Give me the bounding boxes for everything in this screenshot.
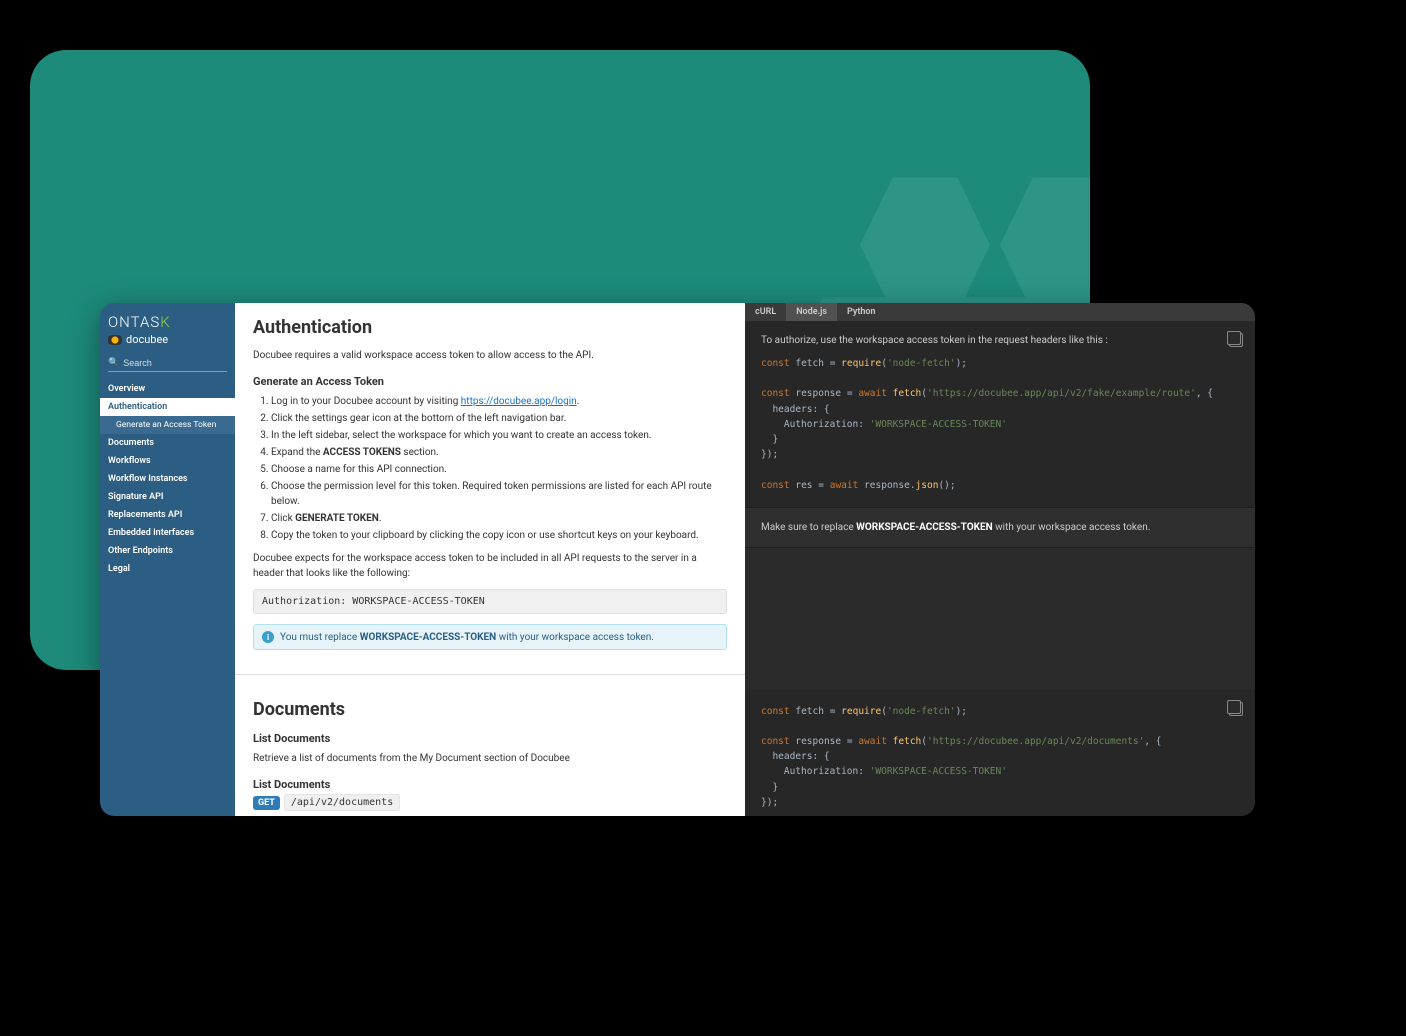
- copy-icon[interactable]: [1229, 333, 1243, 347]
- search-icon: 🔍: [108, 358, 119, 368]
- sidebar-item-replacements-api[interactable]: Replacements API: [100, 506, 235, 524]
- endpoint-row: GET/api/v2/documents: [253, 797, 727, 808]
- step-6: Choose the permission level for this tok…: [271, 479, 727, 509]
- copy-icon[interactable]: [1229, 702, 1243, 716]
- sidebar-item-overview[interactable]: Overview: [100, 380, 235, 398]
- search-input[interactable]: [123, 358, 223, 368]
- info-text: You must replace WORKSPACE-ACCESS-TOKEN …: [280, 632, 654, 643]
- list-documents-heading-2: List Documents: [253, 778, 727, 791]
- main-content[interactable]: Authentication Docubee requires a valid …: [235, 303, 745, 816]
- sidebar-item-workflow-instances[interactable]: Workflow Instances: [100, 470, 235, 488]
- sidebar-item-legal[interactable]: Legal: [100, 560, 235, 578]
- brand-ontask: ONTASK: [108, 313, 227, 331]
- code-panel: cURL Node.js Python To authorize, use th…: [745, 303, 1255, 816]
- search-field[interactable]: 🔍: [108, 358, 227, 372]
- step-3: In the left sidebar, select the workspac…: [271, 428, 727, 443]
- http-method-badge: GET: [253, 796, 280, 810]
- bee-icon: [108, 335, 122, 345]
- login-link[interactable]: https://docubee.app/login: [461, 396, 577, 407]
- list-documents-desc: Retrieve a list of documents from the My…: [253, 751, 727, 766]
- sidebar: ONTASK docubee 🔍 Overview Authentication…: [100, 303, 235, 816]
- tab-python[interactable]: Python: [837, 303, 885, 321]
- sidebar-item-signature-api[interactable]: Signature API: [100, 488, 235, 506]
- authorize-note: To authorize, use the workspace access t…: [761, 335, 1239, 346]
- sidebar-item-documents[interactable]: Documents: [100, 434, 235, 452]
- brand-docubee: docubee: [108, 333, 227, 346]
- code-tabs: cURL Node.js Python: [745, 303, 1255, 321]
- info-icon: i: [262, 631, 274, 643]
- code-snippet-2: const fetch = require('node-fetch'); con…: [761, 704, 1239, 810]
- sidebar-item-authentication[interactable]: Authentication: [100, 398, 235, 416]
- sidebar-nav: Overview Authentication Generate an Acce…: [100, 380, 235, 578]
- code-spacer: [745, 548, 1255, 690]
- endpoint-path: /api/v2/documents: [284, 794, 400, 811]
- logo-block: ONTASK docubee: [100, 303, 235, 354]
- auth-intro: Docubee requires a valid workspace acces…: [253, 348, 727, 363]
- sidebar-subitem-generate-token[interactable]: Generate an Access Token: [100, 416, 235, 434]
- documents-title: Documents: [253, 699, 727, 720]
- sidebar-item-other-endpoints[interactable]: Other Endpoints: [100, 542, 235, 560]
- code-block-auth: To authorize, use the workspace access t…: [745, 321, 1255, 507]
- step-1: Log in to your Docubee account by visiti…: [271, 394, 727, 409]
- step-2: Click the settings gear icon at the bott…: [271, 411, 727, 426]
- sidebar-item-workflows[interactable]: Workflows: [100, 452, 235, 470]
- list-documents-heading: List Documents: [253, 732, 727, 745]
- replace-note: Make sure to replace WORKSPACE-ACCESS-TO…: [761, 522, 1239, 533]
- sidebar-item-embedded-interfaces[interactable]: Embedded Interfaces: [100, 524, 235, 542]
- generate-token-heading: Generate an Access Token: [253, 375, 727, 388]
- code-block-documents: const fetch = require('node-fetch'); con…: [745, 690, 1255, 816]
- replace-note-block: Make sure to replace WORKSPACE-ACCESS-TO…: [745, 507, 1255, 548]
- step-8: Copy the token to your clipboard by clic…: [271, 528, 727, 543]
- docs-app-window: ONTASK docubee 🔍 Overview Authentication…: [100, 303, 1255, 816]
- code-snippet-1: const fetch = require('node-fetch'); con…: [761, 356, 1239, 493]
- step-4: Expand the ACCESS TOKENS section.: [271, 445, 727, 460]
- info-callout: i You must replace WORKSPACE-ACCESS-TOKE…: [253, 624, 727, 650]
- brand-sub-label: docubee: [126, 333, 168, 346]
- step-7: Click GENERATE TOKEN.: [271, 511, 727, 526]
- tab-nodejs[interactable]: Node.js: [786, 303, 837, 321]
- auth-header-example: Authorization: WORKSPACE-ACCESS-TOKEN: [253, 589, 727, 614]
- generate-token-steps: Log in to your Docubee account by visiti…: [253, 394, 727, 543]
- auth-expects: Docubee expects for the workspace access…: [253, 551, 727, 581]
- section-divider: [235, 674, 745, 675]
- step-5: Choose a name for this API connection.: [271, 462, 727, 477]
- tab-curl[interactable]: cURL: [745, 303, 786, 321]
- page-title: Authentication: [253, 317, 727, 338]
